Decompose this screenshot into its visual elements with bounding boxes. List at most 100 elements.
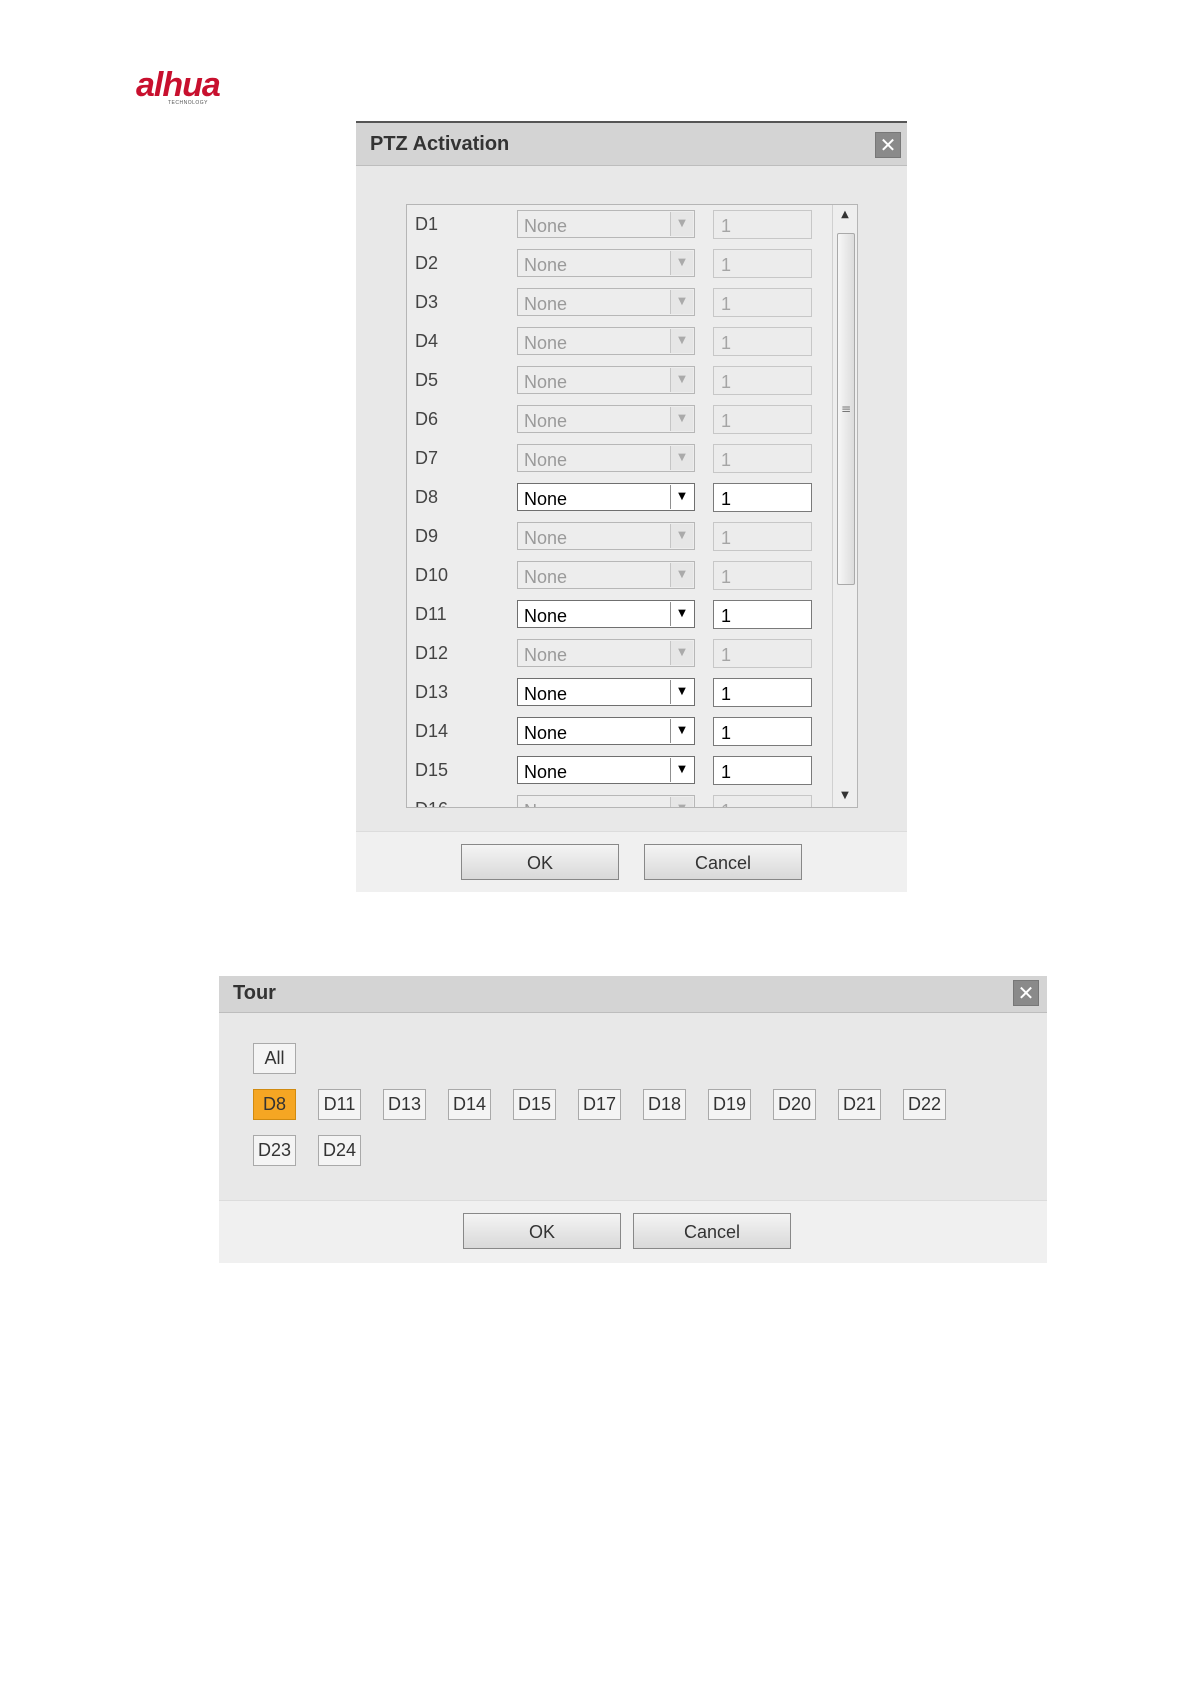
chevron-down-icon: ▼: [670, 368, 693, 392]
tour-channel-chip[interactable]: D14: [448, 1089, 491, 1120]
tour-channel-chip[interactable]: D17: [578, 1089, 621, 1120]
ptz-row-label: D9: [415, 526, 439, 546]
tour-channel-chip[interactable]: D22: [903, 1089, 946, 1120]
ptz-row: D6 None ▼ 1: [407, 401, 827, 434]
chevron-down-icon: ▼: [670, 797, 693, 807]
tour-channel-chip[interactable]: D11: [318, 1089, 361, 1120]
ptz-type-select-value: None: [524, 723, 568, 743]
ptz-type-select-value: None: [524, 567, 568, 587]
logo-subtitle: TECHNOLOGY: [168, 100, 209, 106]
ptz-row-label: D13: [415, 682, 449, 702]
tour-dialog-title: Tour: [233, 982, 276, 1004]
ptz-row-label: D1: [415, 214, 439, 234]
chevron-down-icon: ▼: [670, 524, 693, 548]
ptz-number-input[interactable]: 1: [713, 678, 812, 707]
ptz-row-label: D11: [415, 604, 447, 624]
scroll-thumb[interactable]: ≡: [837, 233, 855, 585]
ptz-number-value: 1: [721, 762, 732, 782]
ptz-number-value: 1: [721, 801, 731, 807]
tour-channel-chip[interactable]: D23: [253, 1135, 296, 1166]
ptz-type-select: None ▼: [517, 522, 695, 550]
ptz-type-select: None ▼: [517, 249, 695, 277]
ptz-ok-button[interactable]: OK: [461, 844, 619, 880]
ptz-type-select[interactable]: None ▼: [517, 678, 695, 706]
scroll-down-arrow-icon[interactable]: ▼: [833, 790, 857, 801]
ptz-number-input[interactable]: 1: [713, 483, 812, 512]
chevron-down-icon[interactable]: ▼: [670, 680, 693, 704]
ptz-number-value: 1: [721, 411, 732, 431]
ptz-number-input[interactable]: 1: [713, 600, 812, 629]
ptz-dialog-header: PTZ Activation ✕: [356, 123, 907, 166]
ptz-cancel-button[interactable]: Cancel: [644, 844, 802, 880]
chevron-down-icon: ▼: [670, 641, 693, 665]
ptz-type-select[interactable]: None ▼: [517, 483, 695, 511]
chevron-down-icon[interactable]: ▼: [670, 602, 693, 626]
chevron-down-icon[interactable]: ▼: [670, 758, 693, 782]
tour-channel-chip[interactable]: D24: [318, 1135, 361, 1166]
tour-close-icon[interactable]: ✕: [1013, 980, 1039, 1006]
ptz-row-label: D10: [415, 565, 449, 585]
tour-all-button[interactable]: All: [253, 1043, 296, 1074]
ptz-number-input: 1: [713, 405, 812, 434]
ptz-type-select: None ▼: [517, 444, 695, 472]
ptz-number-input: 1: [713, 639, 812, 668]
tour-channel-chip[interactable]: D19: [708, 1089, 751, 1120]
ptz-row: D11 None ▼ 1: [407, 596, 827, 629]
ptz-row-label: D16: [415, 799, 448, 807]
ptz-number-input: 1: [713, 288, 812, 317]
ptz-number-value: 1: [721, 567, 732, 587]
tour-channel-chip[interactable]: D8: [253, 1089, 296, 1120]
ptz-number-input: 1: [713, 795, 812, 807]
ptz-row: D10 None ▼ 1: [407, 557, 827, 590]
chevron-down-icon[interactable]: ▼: [670, 485, 693, 509]
ptz-row-label: D14: [415, 721, 449, 741]
ptz-close-icon[interactable]: ✕: [875, 132, 901, 158]
ptz-row: D1 None ▼ 1: [407, 206, 827, 239]
ptz-number-value: 1: [721, 450, 732, 470]
tour-cancel-button[interactable]: Cancel: [633, 1213, 791, 1249]
ptz-type-select: None ▼: [517, 561, 695, 589]
ptz-row-label: D2: [415, 253, 439, 273]
ptz-row: D2 None ▼ 1: [407, 245, 827, 278]
scroll-up-arrow-icon[interactable]: ▲: [833, 209, 857, 220]
ptz-type-select-value: None: [524, 684, 568, 704]
ptz-list-scrollbar[interactable]: ▲ ≡ ▼: [832, 205, 857, 807]
ptz-number-value: 1: [721, 216, 732, 236]
ptz-channel-list[interactable]: D1 None ▼ 1 D2 None ▼ 1 D3 None ▼ 1 D4 None ▼ 1 D5 None ▼ 1…: [406, 204, 858, 808]
tour-channel-chip[interactable]: D13: [383, 1089, 426, 1120]
ptz-type-select-value: None: [524, 333, 568, 353]
ptz-type-select-value: None: [524, 801, 567, 807]
ptz-type-select[interactable]: None ▼: [517, 717, 695, 745]
ptz-row: D4 None ▼ 1: [407, 323, 827, 356]
ptz-number-input[interactable]: 1: [713, 756, 812, 785]
tour-ok-button[interactable]: OK: [463, 1213, 621, 1249]
ptz-type-select-value: None: [524, 216, 568, 236]
ptz-row: D5 None ▼ 1: [407, 362, 827, 395]
tour-channel-chip[interactable]: D20: [773, 1089, 816, 1120]
ptz-number-input: 1: [713, 444, 812, 473]
ptz-number-value: 1: [721, 684, 732, 704]
ptz-type-select: None ▼: [517, 210, 695, 238]
ptz-number-value: 1: [721, 723, 732, 743]
ptz-type-select-value: None: [524, 762, 568, 782]
tour-channel-chip[interactable]: D15: [513, 1089, 556, 1120]
ptz-number-input[interactable]: 1: [713, 717, 812, 746]
dahua-logo: alhua TECHNOLOGY: [136, 66, 256, 110]
ptz-type-select: None ▼: [517, 366, 695, 394]
ptz-type-select: None ▼: [517, 639, 695, 667]
tour-channel-chip[interactable]: D21: [838, 1089, 881, 1120]
ptz-number-value: 1: [721, 528, 732, 548]
ptz-type-select-value: None: [524, 528, 568, 548]
ptz-row-label: D6: [415, 409, 439, 429]
tour-channel-chip[interactable]: D18: [643, 1089, 686, 1120]
ptz-type-select-value: None: [524, 606, 568, 626]
ptz-type-select-value: None: [524, 489, 568, 509]
ptz-number-value: 1: [721, 372, 732, 392]
ptz-number-value: 1: [721, 489, 732, 509]
ptz-type-select[interactable]: None ▼: [517, 756, 695, 784]
ptz-type-select[interactable]: None ▼: [517, 600, 695, 628]
chevron-down-icon[interactable]: ▼: [670, 719, 693, 743]
ptz-row-label: D15: [415, 760, 449, 780]
ptz-row: D14 None ▼ 1: [407, 713, 827, 746]
tour-dialog: Tour ✕ All OK Cancel D8 D11 D13 D14 D15 D17 D1…: [219, 976, 1047, 1263]
